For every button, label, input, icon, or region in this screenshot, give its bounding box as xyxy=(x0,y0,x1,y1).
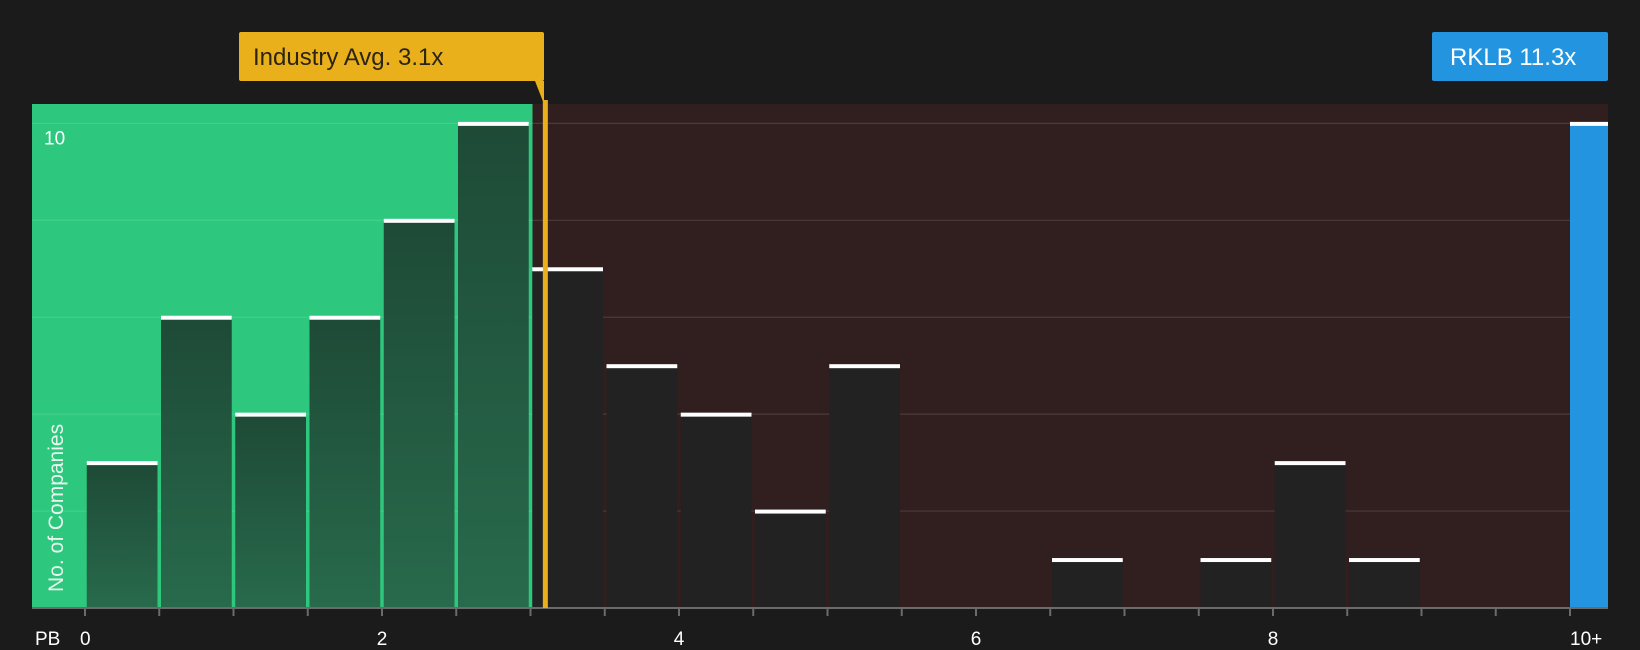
histogram-bar-cap xyxy=(458,121,529,126)
histogram-bar-cap xyxy=(829,364,900,369)
histogram-bar-cap xyxy=(1274,461,1346,466)
x-tick-label: 4 xyxy=(674,629,685,650)
industry-average-badge: Industry Avg. 3.1x xyxy=(239,32,544,104)
histogram-bar xyxy=(161,317,232,608)
histogram-bar-cap xyxy=(680,412,752,417)
industry-average-badge-pointer xyxy=(535,81,544,104)
histogram-bar-cap xyxy=(309,315,381,320)
histogram-bar-cap xyxy=(161,315,232,320)
x-tick-label: 10+ xyxy=(1570,629,1602,650)
x-tick-label: 2 xyxy=(377,629,388,650)
histogram-bar xyxy=(309,317,381,608)
x-tick-label: 6 xyxy=(971,629,982,650)
histogram-bar xyxy=(1200,559,1272,608)
histogram-bar xyxy=(1052,559,1123,608)
histogram-bar-cap xyxy=(755,509,826,514)
histogram-bar xyxy=(86,462,158,608)
histogram-bar xyxy=(1274,462,1346,608)
company-label: RKLB 11.3x xyxy=(1450,44,1576,71)
company-bar-cap xyxy=(1570,121,1608,126)
x-tick-label: 0 xyxy=(80,629,91,650)
histogram-bar-cap xyxy=(235,412,306,417)
company-badge: RKLB 11.3x xyxy=(1432,32,1608,81)
histogram-bar-cap xyxy=(606,364,678,369)
histogram-bar xyxy=(829,365,900,608)
x-axis-label: PB xyxy=(35,629,60,650)
histogram-bar-cap xyxy=(1052,558,1123,563)
histogram-bar xyxy=(383,220,455,609)
y-tick-label: 10 xyxy=(44,128,65,149)
industry-average-label: Industry Avg. 3.1x xyxy=(253,44,443,71)
histogram-bar xyxy=(235,414,306,608)
histogram-bar xyxy=(755,511,826,608)
x-tick-label: 8 xyxy=(1268,629,1279,650)
y-axis-label: No. of Companies xyxy=(45,424,68,592)
histogram-bar xyxy=(606,365,678,608)
histogram-bar-cap xyxy=(1349,558,1420,563)
company-bar xyxy=(1570,123,1608,608)
histogram-bar-cap xyxy=(383,218,455,223)
histogram-bar-cap xyxy=(86,461,158,466)
histogram-bar-cap xyxy=(1200,558,1272,563)
industry-average-line xyxy=(542,100,548,608)
histogram-bar xyxy=(1349,559,1420,608)
histogram-bar xyxy=(680,414,752,608)
histogram-bar xyxy=(458,123,529,608)
pb-distribution-chart: 0 2 4 6 8 10+ 10 No. of Companies PB Industry … xyxy=(32,32,1608,650)
